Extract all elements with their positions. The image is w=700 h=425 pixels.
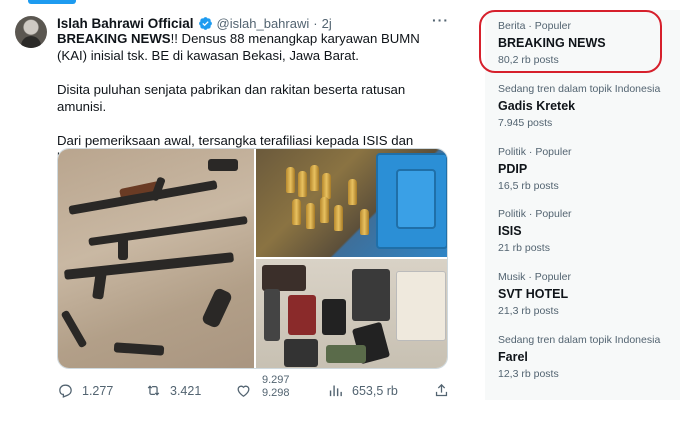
trend-post-count: 80,2 rb posts xyxy=(498,54,559,66)
reply-button[interactable]: 1.277 xyxy=(57,382,113,399)
trend-category: Berita · Populer xyxy=(498,20,571,32)
views-button[interactable]: 653,5 rb xyxy=(327,382,398,399)
trend-name: BREAKING NEWS xyxy=(498,36,606,50)
trend-item[interactable]: Musik · Populer SVT HOTEL 21,3 rb posts xyxy=(498,271,678,318)
trend-name: Gadis Kretek xyxy=(498,99,576,113)
trend-item[interactable]: Sedang tren dalam topik Indonesia Gadis … xyxy=(498,83,678,130)
trend-name: ISIS xyxy=(498,224,522,238)
retweet-count: 3.421 xyxy=(170,383,202,398)
views-count: 653,5 rb xyxy=(352,383,398,398)
trend-category: Sedang tren dalam topik Indonesia xyxy=(498,334,661,346)
like-count-top: 9.297 xyxy=(262,374,290,386)
trend-item[interactable]: Politik · Populer PDIP 16,5 rb posts xyxy=(498,146,678,193)
retweet-icon xyxy=(147,385,160,396)
tweet-bold-text: BREAKING NEWS xyxy=(57,31,171,46)
views-icon xyxy=(329,385,342,397)
tweet-paragraph: Disita puluhan senjata pabrikan dan raki… xyxy=(57,81,452,115)
share-icon xyxy=(435,383,448,397)
avatar[interactable] xyxy=(15,16,47,48)
top-accent-bar xyxy=(28,0,76,4)
tweet[interactable]: Islah Bahrawi Official @islah_bahrawi · … xyxy=(15,10,460,420)
photo-weapons[interactable] xyxy=(58,149,254,368)
trend-item[interactable]: Politik · Populer ISIS 21 rb posts xyxy=(498,208,678,255)
tweet-paragraph: BREAKING NEWS!! Densus 88 menangkap kary… xyxy=(57,30,452,64)
verified-badge-icon xyxy=(198,16,213,31)
reply-icon xyxy=(59,384,72,398)
trend-category: Politik · Populer xyxy=(498,208,572,220)
trend-post-count: 21 rb posts xyxy=(498,242,550,254)
retweet-button[interactable]: 3.421 xyxy=(145,382,201,399)
like-count-rolling: 9.297 9.298 xyxy=(262,374,290,400)
tweet-text-span: Disita puluhan senjata pabrikan dan raki… xyxy=(57,82,406,114)
author-name[interactable]: Islah Bahrawi Official xyxy=(57,16,194,31)
trend-post-count: 12,3 rb posts xyxy=(498,368,559,380)
reply-count: 1.277 xyxy=(82,383,114,398)
photo-ammunition[interactable] xyxy=(256,149,447,257)
trend-category: Musik · Populer xyxy=(498,271,571,283)
author-handle[interactable]: @islah_bahrawi xyxy=(217,16,310,31)
trend-post-count: 7.945 posts xyxy=(498,117,553,129)
trend-name: PDIP xyxy=(498,162,528,176)
separator-dot: · xyxy=(313,15,318,31)
trend-item[interactable]: Sedang tren dalam topik Indonesia Farel … xyxy=(498,334,678,381)
trend-category: Sedang tren dalam topik Indonesia xyxy=(498,83,661,95)
like-icon xyxy=(237,385,250,397)
trend-post-count: 16,5 rb posts xyxy=(498,180,559,192)
tweet-actions: 1.277 3.421 9.297 9.298 653,5 rb xyxy=(57,374,452,406)
trend-post-count: 21,3 rb posts xyxy=(498,305,559,317)
media-grid[interactable] xyxy=(57,148,448,369)
trends-panel: Berita · Populer BREAKING NEWS 80,2 rb p… xyxy=(485,10,680,400)
photo-seized-items[interactable] xyxy=(256,259,447,368)
like-count-bottom: 9.298 xyxy=(262,387,290,399)
trend-category: Politik · Populer xyxy=(498,146,572,158)
share-button[interactable] xyxy=(433,382,458,399)
trend-name: Farel xyxy=(498,350,528,364)
trend-name: SVT HOTEL xyxy=(498,287,569,301)
like-button[interactable] xyxy=(235,382,260,399)
tweet-time[interactable]: 2j xyxy=(322,16,332,31)
trend-item[interactable]: Berita · Populer BREAKING NEWS 80,2 rb p… xyxy=(498,20,678,67)
more-icon[interactable]: ··· xyxy=(432,12,449,28)
